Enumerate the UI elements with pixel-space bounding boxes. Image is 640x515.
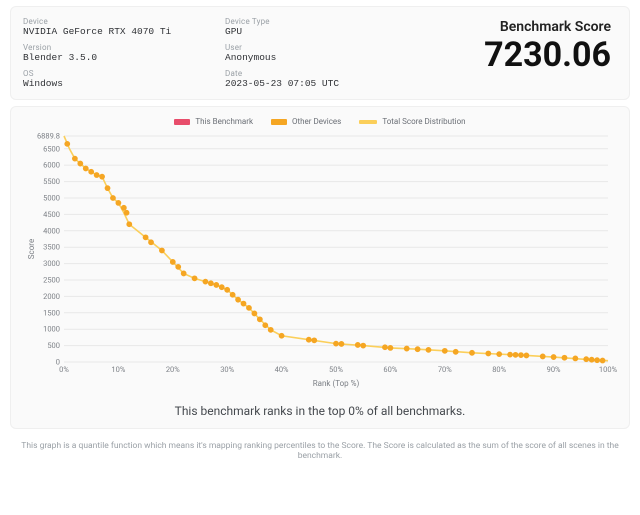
svg-text:5500: 5500 (43, 177, 60, 186)
gridlines-horizontal (64, 136, 608, 362)
svg-text:70%: 70% (438, 365, 452, 374)
info-col-left: Device NVIDIA GeForce RTX 4070 Ti Versio… (23, 17, 225, 89)
legend-label-total: Total Score Distribution (382, 117, 465, 126)
device-type-value: GPU (225, 26, 427, 37)
svg-text:40%: 40% (275, 365, 289, 374)
svg-text:80%: 80% (492, 365, 506, 374)
os-value: Windows (23, 78, 225, 89)
os-field: OS Windows (23, 69, 225, 89)
version-value: Blender 3.5.0 (23, 52, 225, 63)
svg-text:0%: 0% (59, 365, 69, 374)
legend-swatch-other (271, 119, 287, 125)
user-label: User (225, 43, 427, 52)
svg-text:4500: 4500 (43, 210, 60, 219)
score-value: 7230.06 (427, 37, 611, 74)
legend-other-devices: Other Devices (271, 117, 341, 126)
device-type-field: Device Type GPU (225, 17, 427, 37)
chart-plot: 0500100015002000250030003500400045005000… (22, 130, 618, 390)
os-label: OS (23, 69, 225, 78)
svg-text:90%: 90% (547, 365, 561, 374)
series-total-distribution (64, 136, 608, 361)
y-axis-ticks: 0500100015002000250030003500400045005000… (37, 132, 60, 367)
svg-text:6000: 6000 (43, 161, 60, 170)
svg-text:3000: 3000 (43, 259, 60, 268)
device-label: Device (23, 17, 225, 26)
y-axis-label: Score (27, 239, 36, 259)
date-value: 2023-05-23 07:05 UTC (225, 78, 427, 89)
svg-text:50%: 50% (329, 365, 343, 374)
info-columns: Device NVIDIA GeForce RTX 4070 Ti Versio… (23, 17, 427, 89)
series-other-devices (65, 141, 605, 362)
user-field: User Anonymous (225, 43, 427, 63)
chart-card: This Benchmark Other Devices Total Score… (10, 106, 630, 429)
svg-text:30%: 30% (220, 365, 234, 374)
svg-text:2000: 2000 (43, 292, 60, 301)
chart-svg: 0500100015002000250030003500400045005000… (22, 130, 618, 390)
x-axis-ticks: 0% 10% 20% 30% 40% 50% 60% 70% 80% 90% 100% (59, 365, 617, 374)
user-value: Anonymous (225, 52, 427, 63)
x-axis-label: Rank (Top %) (313, 379, 360, 388)
svg-text:500: 500 (47, 341, 60, 350)
legend-total-distribution: Total Score Distribution (359, 117, 465, 126)
version-field: Version Blender 3.5.0 (23, 43, 225, 63)
date-field: Date 2023-05-23 07:05 UTC (225, 69, 427, 89)
device-type-label: Device Type (225, 17, 427, 26)
svg-text:3500: 3500 (43, 243, 60, 252)
svg-text:6500: 6500 (43, 144, 60, 153)
score-block: Benchmark Score 7230.06 (427, 17, 617, 89)
version-label: Version (23, 43, 225, 52)
svg-text:10%: 10% (111, 365, 125, 374)
rank-summary: This benchmark ranks in the top 0% of al… (19, 404, 621, 418)
svg-text:5000: 5000 (43, 193, 60, 202)
score-title: Benchmark Score (427, 19, 611, 35)
chart-legend: This Benchmark Other Devices Total Score… (19, 117, 621, 126)
legend-label-this: This Benchmark (195, 117, 253, 126)
foot-note: This graph is a quantile function which … (16, 441, 624, 461)
legend-swatch-total (359, 120, 377, 124)
legend-swatch-this (174, 119, 190, 125)
svg-text:60%: 60% (383, 365, 397, 374)
svg-text:4000: 4000 (43, 226, 60, 235)
legend-this-benchmark: This Benchmark (174, 117, 253, 126)
info-col-right: Device Type GPU User Anonymous Date 2023… (225, 17, 427, 89)
svg-text:6889.8: 6889.8 (37, 132, 60, 141)
svg-text:2500: 2500 (43, 275, 60, 284)
device-field: Device NVIDIA GeForce RTX 4070 Ti (23, 17, 225, 37)
svg-text:100%: 100% (599, 365, 618, 374)
date-label: Date (225, 69, 427, 78)
svg-text:1000: 1000 (43, 325, 60, 334)
svg-text:20%: 20% (166, 365, 180, 374)
device-value: NVIDIA GeForce RTX 4070 Ti (23, 26, 225, 37)
legend-label-other: Other Devices (292, 117, 341, 126)
info-card: Device NVIDIA GeForce RTX 4070 Ti Versio… (10, 6, 630, 100)
svg-text:1500: 1500 (43, 308, 60, 317)
